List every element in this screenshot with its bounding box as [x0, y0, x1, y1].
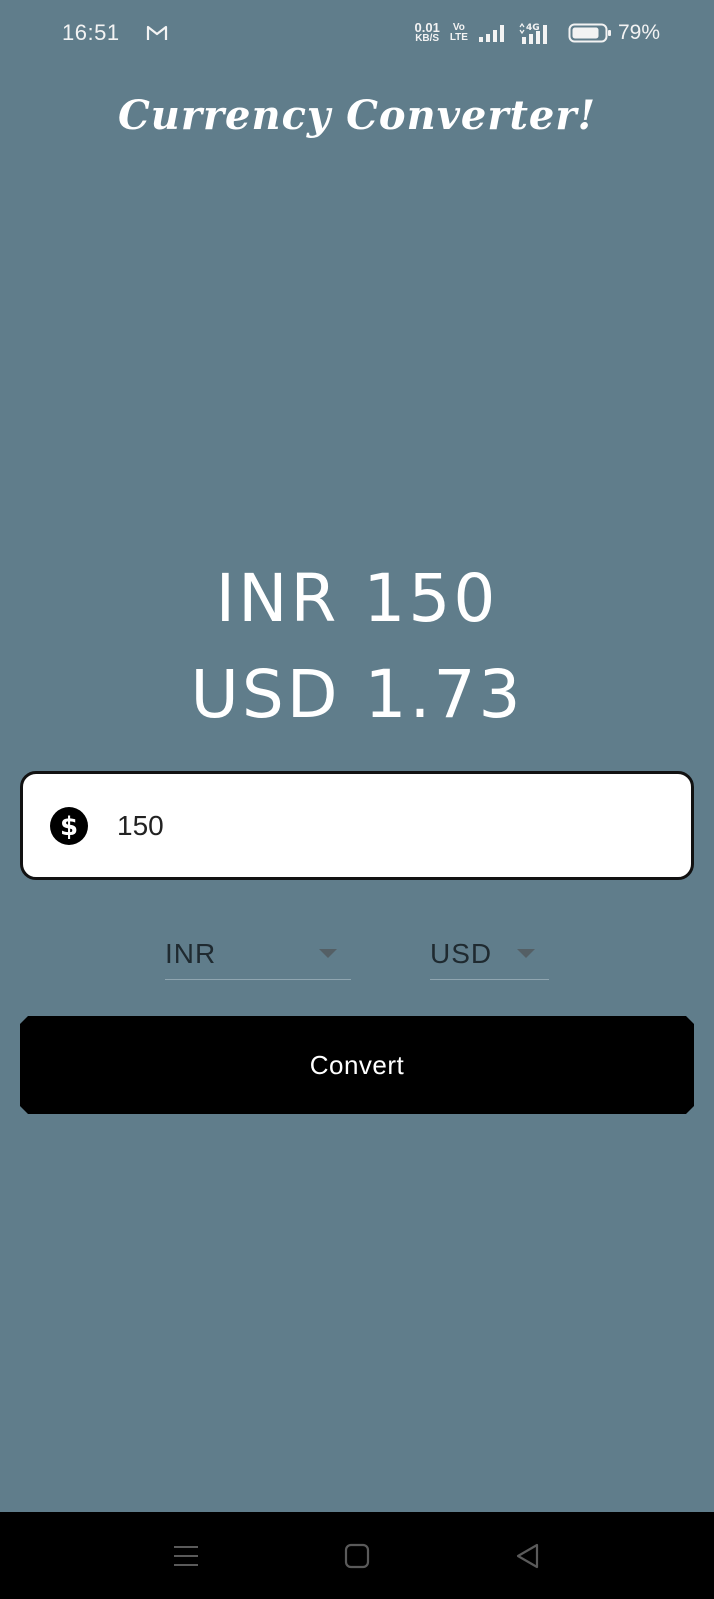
amount-field[interactable]: $: [20, 771, 694, 880]
from-currency-dropdown[interactable]: INR: [165, 928, 351, 980]
convert-button[interactable]: Convert: [20, 1016, 694, 1114]
result-to-text: USD 1.73: [190, 656, 524, 733]
to-currency-dropdown[interactable]: USD: [430, 928, 549, 980]
signal-4g-icon: 4G: [518, 21, 558, 45]
status-bar: 16:51 0.01 KB/S Vo LTE 4G 79%: [0, 0, 714, 66]
status-left: 16:51: [62, 20, 168, 46]
volte-bottom: LTE: [449, 32, 468, 43]
nav-bar: [0, 1512, 714, 1599]
battery: 79%: [568, 21, 660, 45]
battery-icon: [568, 22, 612, 44]
dollar-icon: $: [49, 806, 89, 846]
net-speed-value: 0.01: [414, 20, 440, 35]
app-title: Currency Converter!: [117, 92, 597, 139]
home-icon[interactable]: [344, 1543, 370, 1569]
svg-text:$: $: [60, 812, 78, 842]
amount-input[interactable]: [117, 809, 657, 842]
net-speed: 0.01 KB/S: [414, 20, 440, 44]
gmail-icon: [146, 25, 168, 41]
to-currency-value: USD: [430, 937, 493, 969]
back-icon[interactable]: [515, 1543, 541, 1569]
battery-percent: 79%: [617, 21, 660, 44]
net-speed-unit: KB/S: [415, 33, 440, 44]
chevron-down-icon: [517, 948, 535, 959]
from-currency-value: INR: [165, 937, 217, 969]
status-time: 16:51: [62, 20, 120, 45]
chevron-down-icon: [319, 948, 337, 959]
status-right: 0.01 KB/S Vo LTE 4G 79%: [414, 20, 660, 45]
volte-indicator: Vo LTE: [450, 23, 468, 43]
signal-icon: [478, 23, 508, 43]
menu-icon[interactable]: [173, 1544, 199, 1568]
result-from-text: INR 150: [215, 560, 499, 637]
